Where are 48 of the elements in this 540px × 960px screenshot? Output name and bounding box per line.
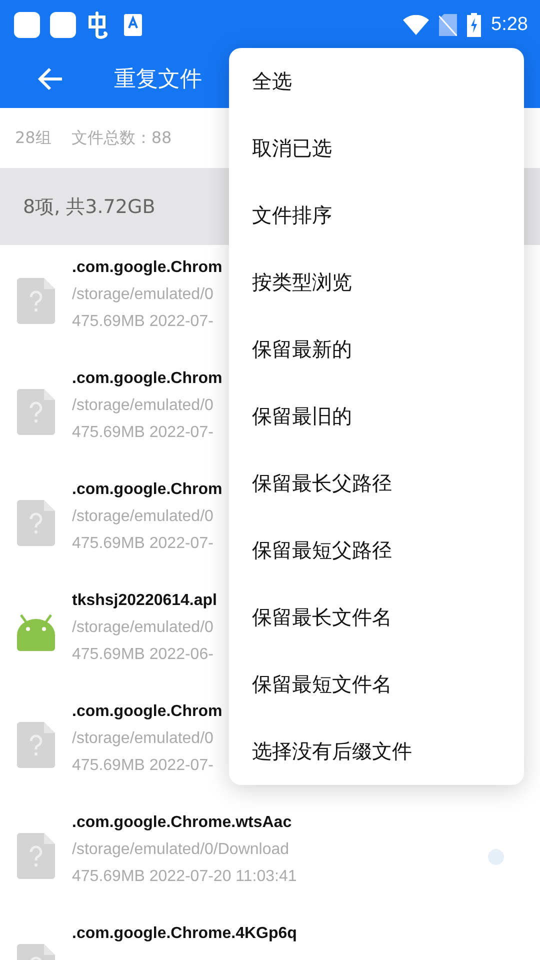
unknown-file-icon: [17, 722, 55, 768]
file-size-date: 475.69MB 2022-07-20 11:03:41: [72, 867, 297, 887]
select-radio[interactable]: [488, 849, 504, 865]
wifi-icon: [403, 15, 430, 35]
group-count: 28组: [15, 128, 52, 148]
menu-item[interactable]: 保留最长文件名: [229, 584, 524, 651]
no-sim-icon: [439, 14, 458, 36]
keyboard-notification-icon: [124, 14, 142, 36]
menu-item[interactable]: 按类型浏览: [229, 249, 524, 316]
file-name: .com.google.Chrome.wtsAac: [72, 813, 293, 833]
file-path: /storage/emulated/0: [72, 729, 214, 749]
menu-item[interactable]: 保留最新的: [229, 316, 524, 383]
unknown-file-icon: [17, 278, 55, 324]
file-path: /storage/emulated/0: [72, 396, 214, 416]
file-path: /storage/emulated/0: [72, 618, 214, 638]
menu-item[interactable]: 文件排序: [229, 182, 524, 249]
file-size-date: 475.69MB 2022-06-: [72, 645, 214, 665]
menu-item[interactable]: 保留最长父路径: [229, 450, 524, 517]
file-name: .com.google.Chrom: [72, 702, 222, 722]
unknown-file-icon: [17, 833, 55, 879]
menu-item[interactable]: 保留最旧的: [229, 383, 524, 450]
file-size-date: 475.69MB 2022-07-: [72, 756, 214, 776]
file-path: /storage/emulated/0: [72, 285, 214, 305]
battery-icon: [467, 13, 482, 37]
file-path: /storage/emulated/0/Download: [72, 840, 290, 860]
menu-item[interactable]: 全选: [229, 48, 524, 115]
file-path: /storage/emulated/0: [72, 507, 214, 527]
file-name: tkshsj20220614.apl: [72, 591, 217, 611]
menu-item[interactable]: 取消已选: [229, 115, 524, 182]
file-name: .com.google.Chrom: [72, 369, 222, 389]
file-size-date: 475.69MB 2022-07-: [72, 312, 214, 332]
notification-icon: [14, 12, 40, 38]
file-name: .com.google.Chrom: [72, 258, 222, 278]
file-size-date: 475.69MB 2022-07-: [72, 423, 214, 443]
menu-item[interactable]: 保留最短父路径: [229, 517, 524, 584]
file-total: 文件总数：88: [71, 128, 172, 148]
file-name: .com.google.Chrom: [72, 480, 222, 500]
unknown-file-icon: [17, 389, 55, 435]
notification-icon: [50, 12, 76, 38]
menu-item[interactable]: 保留最短文件名: [229, 651, 524, 718]
group-summary: 8项, 共3.72GB: [23, 194, 156, 220]
clock: 5:28: [491, 14, 528, 36]
menu-item[interactable]: 选择没有后缀文件: [229, 718, 524, 785]
file-name: .com.google.Chrome.4KGp6q: [72, 924, 297, 944]
file-size-date: 475.69MB 2022-07-: [72, 534, 214, 554]
back-button[interactable]: [38, 66, 64, 92]
unknown-file-icon: [17, 500, 55, 546]
page-title: 重复文件: [114, 66, 202, 94]
